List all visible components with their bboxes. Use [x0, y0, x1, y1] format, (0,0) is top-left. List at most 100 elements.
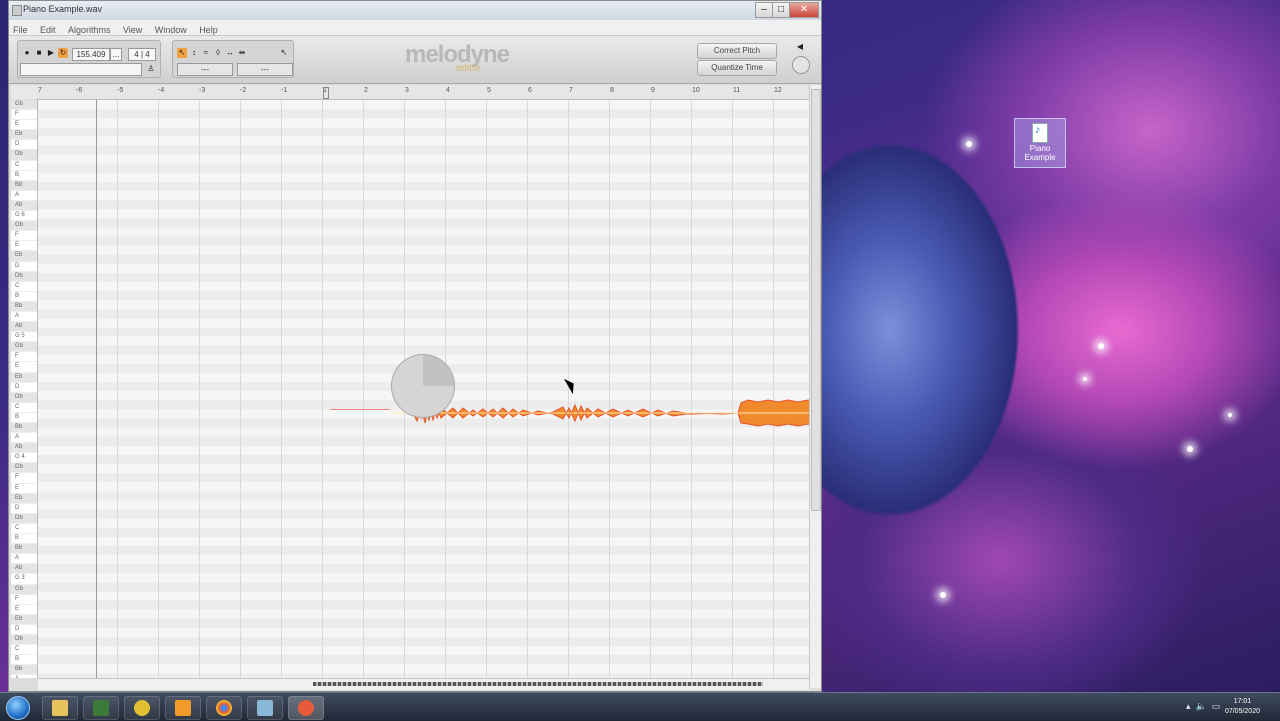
pointer-tool-icon[interactable]: ↖ [279, 48, 289, 58]
vertical-scrollbar[interactable] [809, 85, 821, 688]
taskbar-explorer[interactable] [42, 696, 78, 720]
pitch-label: D [11, 140, 37, 151]
pitch-label: D [11, 504, 37, 514]
horizontal-scrollbar[interactable] [38, 678, 809, 690]
clock-time: 17:01 [1233, 698, 1252, 705]
grid-line [773, 100, 774, 678]
menu-help[interactable]: Help [195, 23, 222, 35]
start-button[interactable] [6, 696, 30, 720]
pitch-label: E [11, 120, 37, 131]
pitch-label: B [11, 655, 37, 666]
taskbar-chrome[interactable] [206, 696, 242, 720]
pitch-label: B [11, 534, 37, 545]
record-button[interactable]: ● [22, 48, 32, 58]
pitch-label: C [11, 282, 37, 292]
separation-tool-icon[interactable]: ⇹ [237, 48, 247, 58]
vertical-scroll-thumb[interactable] [811, 89, 821, 511]
pitch-label: A [11, 312, 37, 323]
pitch-label: D [11, 625, 37, 635]
pitch-label: Gb [11, 221, 37, 232]
main-tool-icon[interactable]: ↖ [177, 48, 187, 58]
note-editor-grid[interactable] [38, 100, 809, 678]
menu-view[interactable]: View [119, 23, 146, 35]
pitch-label: D [11, 262, 37, 272]
pitch-label: F [11, 231, 37, 242]
pitch-ruler[interactable]: Gb F E Eb D Db C B Bb A Ab G 6 Gb F E Eb D Db C B Bb A Ab G 5 Gb… [11, 100, 38, 678]
menu-edit[interactable]: Edit [36, 23, 60, 35]
amplitude-tool-icon[interactable]: ◊ [213, 48, 223, 58]
taskbar-app-3[interactable] [124, 696, 160, 720]
pitch-label: Ab [11, 200, 37, 212]
minimize-button[interactable]: – [755, 2, 773, 18]
position-field[interactable] [20, 63, 142, 76]
pitch-curve-line [330, 409, 390, 410]
pitch-label: Bb [11, 301, 37, 312]
pitch-label: Eb [11, 372, 37, 383]
speaker-icon[interactable]: ◀ [795, 42, 805, 52]
tool-option-field-1[interactable]: --- [177, 63, 233, 76]
ruler-tick: -4 [158, 87, 165, 94]
pitch-label: Bb [11, 180, 37, 191]
grid-line [527, 100, 528, 678]
playhead-marker[interactable] [323, 87, 329, 99]
folder-icon [52, 700, 68, 716]
play-button[interactable]: ▶ [46, 48, 56, 58]
stop-button[interactable]: ■ [34, 48, 44, 58]
tuning-fork-icon[interactable]: ♙ [146, 64, 156, 74]
formant-tool-icon[interactable]: ≈ [201, 48, 211, 58]
title-bar[interactable]: Piano Example.wav – □ ✕ [9, 1, 821, 20]
tools-panel: ↖ ↕ ≈ ◊ ↔ ⇹ ↖ --- --- [172, 40, 294, 78]
ruler-tick: -2 [240, 87, 247, 94]
time-signature-field[interactable]: 4 | 4 [128, 48, 156, 61]
timing-tool-icon[interactable]: ↔ [225, 48, 235, 58]
note-blob[interactable] [393, 396, 809, 430]
ruler-tick: 12 [774, 87, 782, 94]
grid-line [322, 100, 323, 678]
pitch-label: C [11, 403, 37, 413]
grid-line [486, 100, 487, 678]
menu-window[interactable]: Window [151, 23, 191, 35]
pitch-label: Gb [11, 463, 37, 474]
ruler-corner [11, 85, 37, 99]
pitch-label: A [11, 675, 37, 678]
menu-algorithms[interactable]: Algorithms [64, 23, 115, 35]
desktop-file-icon[interactable]: Piano Example [1014, 118, 1066, 168]
time-ruler[interactable]: 7 -6 -5 -4 -3 -2 -1 1 2 3 4 5 6 7 8 9 10… [37, 85, 809, 100]
maximize-button[interactable]: □ [772, 2, 790, 18]
quantize-time-button[interactable]: Quantize Time [697, 60, 777, 76]
grid-line [199, 100, 200, 678]
grid-line [609, 100, 610, 678]
volume-knob[interactable] [792, 56, 810, 74]
taskbar-media[interactable] [165, 696, 201, 720]
pitch-label: E [11, 241, 37, 252]
audio-overview-strip[interactable] [313, 682, 763, 686]
correct-pitch-button[interactable]: Correct Pitch [697, 43, 777, 59]
pitch-label: F [11, 110, 37, 121]
taskbar-terminal[interactable] [83, 696, 119, 720]
tempo-more-button[interactable]: ... [110, 48, 122, 61]
pitch-label: Db [11, 513, 37, 524]
star-decoration [1187, 446, 1193, 452]
ruler-tick: 7 [38, 87, 42, 94]
loading-dial-icon [391, 354, 455, 418]
pitch-label: Eb [11, 251, 37, 262]
ruler-tick: 7 [569, 87, 573, 94]
loop-button[interactable]: ↻ [58, 48, 68, 58]
system-tray-icons[interactable]: ▴ 🔈 ▭ [1186, 701, 1220, 712]
star-decoration [940, 592, 946, 598]
clock[interactable]: 17:01 07/05/2020 [1225, 697, 1260, 717]
pitch-tool-icon[interactable]: ↕ [189, 48, 199, 58]
grid-line [691, 100, 692, 678]
menu-file[interactable]: File [9, 23, 32, 35]
ruler-tick: 6 [528, 87, 532, 94]
tempo-field[interactable]: 155.409 [72, 48, 110, 61]
pitch-label: Eb [11, 614, 37, 625]
tool-option-field-2[interactable]: --- [237, 63, 293, 76]
grid-line [240, 100, 241, 678]
melodyne-logo-subtitle: editor [456, 63, 482, 74]
pitch-label: Gb [11, 342, 37, 353]
pitch-label: F [11, 473, 37, 484]
taskbar-melodyne[interactable] [288, 696, 324, 720]
taskbar-notepad[interactable] [247, 696, 283, 720]
close-button[interactable]: ✕ [789, 2, 819, 18]
